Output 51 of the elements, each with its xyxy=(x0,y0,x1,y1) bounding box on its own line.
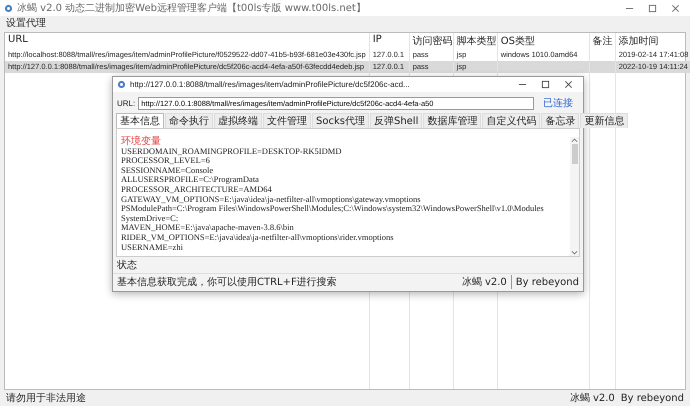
status-label: 状态 xyxy=(116,258,138,273)
scrollbar[interactable] xyxy=(570,137,579,256)
url-label: URL: xyxy=(117,98,136,108)
column-header[interactable]: 脚本类型 xyxy=(454,33,498,49)
tab[interactable]: 命令执行 xyxy=(165,113,213,128)
output-line: USERDOMAIN_ROAMINGPROFILE=DESKTOP-RK5IDMD xyxy=(121,146,342,156)
column-header[interactable]: URL xyxy=(5,33,370,49)
column-header[interactable]: 添加时间 xyxy=(616,33,690,49)
scroll-thumb[interactable] xyxy=(572,144,578,164)
column-header[interactable]: 备注 xyxy=(590,33,616,49)
output-line: PROCESSOR_LEVEL=6 xyxy=(121,156,210,166)
tab[interactable]: 更新信息 xyxy=(580,113,628,128)
column-header[interactable]: 访问密码 xyxy=(410,33,454,49)
tab[interactable]: 虚拟终端 xyxy=(214,113,262,128)
output-line: GATEWAY_VM_OPTIONS=E:\java\idea\ja-netfilter-all\vmoptions\gateway.vmoptions xyxy=(121,194,422,204)
column-header[interactable]: OS类型 xyxy=(498,33,590,49)
column-header[interactable]: IP xyxy=(370,33,410,49)
maximize-icon[interactable] xyxy=(541,80,550,89)
tab[interactable]: Socks代理 xyxy=(312,113,369,128)
tab[interactable]: 反弹Shell xyxy=(370,113,422,128)
window-title: 冰蝎 v2.0 动态二进制加密Web远程管理客户端【t00ls专版 www.t00ls.net】 xyxy=(17,2,366,15)
close-icon[interactable] xyxy=(671,4,680,12)
version-label: 冰蝎 v2.0 xyxy=(462,275,512,289)
tab[interactable]: 备忘录 xyxy=(541,113,580,128)
output-line: PROCESSOR_ARCHITECTURE=AMD64 xyxy=(121,184,273,195)
maximize-icon[interactable] xyxy=(648,4,657,12)
output-line: SystemDrive=C: xyxy=(121,214,178,224)
section-heading: 环境变量 xyxy=(121,137,162,147)
app-icon xyxy=(4,4,13,12)
author-label: By rebeyond xyxy=(620,392,684,404)
output-line: SESSIONNAME=Console xyxy=(121,166,214,176)
output-line: MAVEN_HOME=E:\java\apache-maven-3.8.6\bin xyxy=(121,223,295,233)
window-title: http://127.0.0.1:8088/tmall/res/images/item/adminProfilePicture/dc5f206c-acd... xyxy=(130,80,410,89)
connection-status: 已连接 xyxy=(542,96,574,110)
output-line: RIDER_VM_OPTIONS=E:\java\idea\ja-netfilter-all\vmoptions\rider.vmoptions xyxy=(121,232,395,243)
author-label: By rebeyond xyxy=(516,276,579,288)
output-line: PSModulePath=C:\Program Files\WindowsPowerShell\Modules;C:\Windows\system32\WindowsPowerShell\v1.0\Modules xyxy=(121,204,545,214)
status-message: 请勿用于非法用途 xyxy=(6,392,86,405)
menu-item[interactable]: 设置代理 xyxy=(6,16,46,30)
output-line: USERNAME=zhi xyxy=(121,242,183,252)
tab[interactable]: 基本信息 xyxy=(116,113,164,128)
output-line: ALLUSERSPROFILE=C:\ProgramData xyxy=(121,175,260,185)
tab[interactable]: 自定义代码 xyxy=(482,113,540,128)
scroll-up-icon[interactable] xyxy=(571,137,578,143)
close-icon[interactable] xyxy=(564,80,573,89)
scroll-down-icon[interactable] xyxy=(571,250,578,256)
version-label: 冰蝎 v2.0 xyxy=(570,392,615,405)
tab[interactable]: 文件管理 xyxy=(263,113,311,128)
status-message: 基本信息获取完成，你可以使用CTRL+F进行搜索 xyxy=(117,276,337,289)
tab[interactable]: 数据库管理 xyxy=(423,113,482,128)
app-icon xyxy=(117,80,126,89)
